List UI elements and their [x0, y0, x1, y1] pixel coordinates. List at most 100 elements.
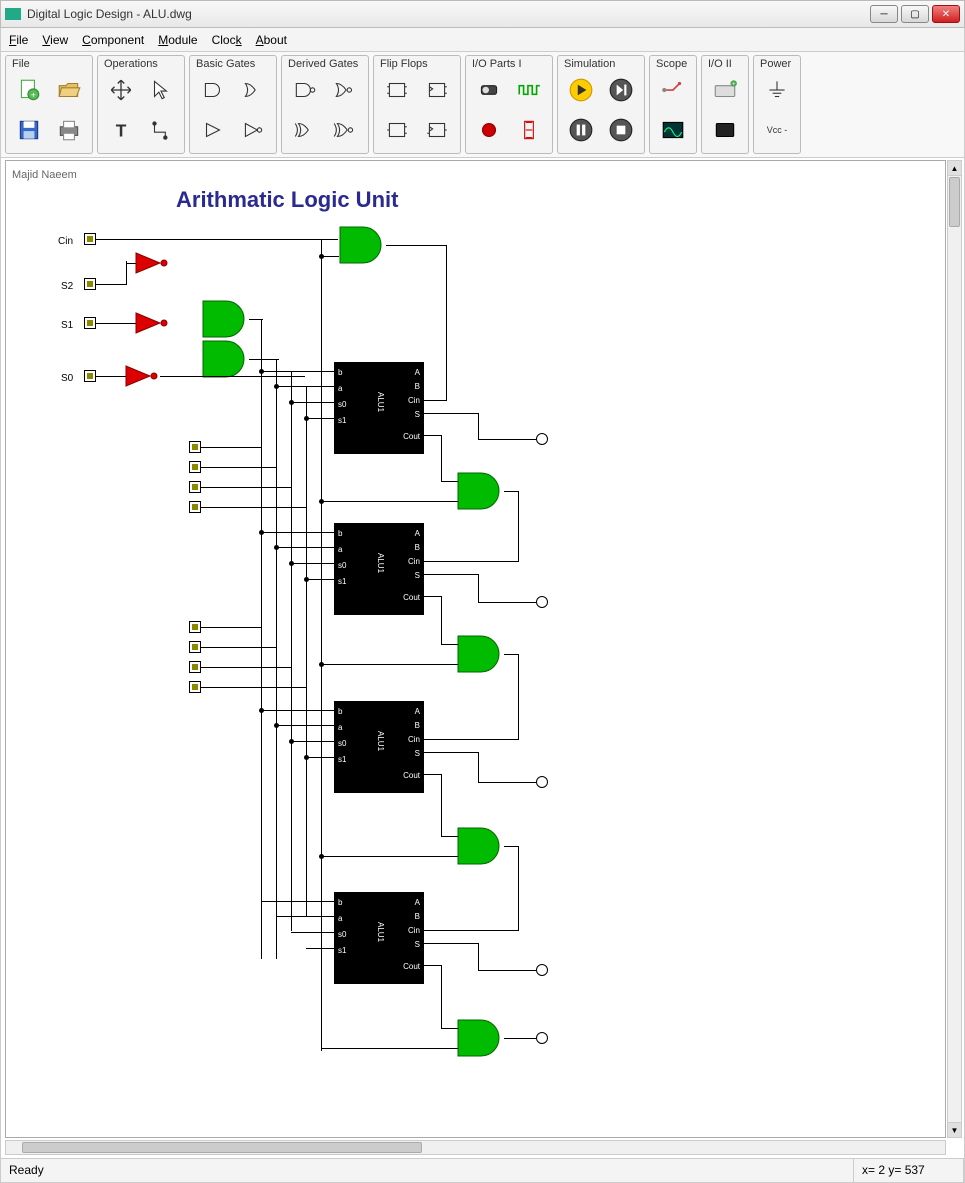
wire [321, 501, 458, 502]
vertical-scrollbar[interactable]: ▲ ▼ [947, 160, 962, 1138]
scroll-thumb[interactable] [949, 177, 960, 227]
vcc-button[interactable]: Vcc - [758, 111, 796, 149]
and-gate-button[interactable] [194, 71, 232, 109]
wire [504, 1038, 536, 1039]
output-2[interactable] [536, 596, 548, 608]
d-flipflop-button[interactable] [378, 71, 416, 109]
seven-seg-button[interactable] [510, 111, 548, 149]
clock-signal-button[interactable] [510, 71, 548, 109]
wire [424, 774, 442, 775]
wire [306, 579, 334, 580]
scroll-thumb-h[interactable] [22, 1142, 422, 1153]
switch-button[interactable] [470, 71, 508, 109]
wire [96, 284, 126, 285]
data-port-5[interactable] [189, 621, 201, 633]
wire-tool-button[interactable] [142, 111, 180, 149]
and-gate-6[interactable] [456, 826, 506, 866]
alu-chip-1[interactable]: b a s0 s1 A B Cin S Cout ALU1 [334, 362, 424, 454]
circuit-canvas[interactable]: Majid Naeem Arithmatic Logic Unit Cin S2… [5, 160, 946, 1138]
data-port-3[interactable] [189, 481, 201, 493]
pause-button[interactable] [562, 111, 600, 149]
buffer-button[interactable] [194, 111, 232, 149]
keyboard-button[interactable]: + [706, 71, 744, 109]
not-gate-1[interactable] [134, 251, 170, 275]
xor-gate-button[interactable] [286, 111, 324, 149]
junction [259, 708, 264, 713]
and-gate-1[interactable] [201, 299, 251, 339]
data-port-6[interactable] [189, 641, 201, 653]
print-button[interactable] [50, 111, 88, 149]
alu-chip-4[interactable]: b a s0 s1 A B Cin S Cout ALU1 [334, 892, 424, 984]
text-tool-button[interactable]: T [102, 111, 140, 149]
menu-about[interactable]: About [256, 33, 287, 47]
port-s2[interactable] [84, 278, 96, 290]
xnor-gate-button[interactable] [326, 111, 364, 149]
menu-component[interactable]: Component [82, 33, 144, 47]
data-port-4[interactable] [189, 501, 201, 513]
title-bar: Digital Logic Design - ALU.dwg ─ ▢ ✕ [0, 0, 965, 28]
scroll-down-icon[interactable]: ▼ [948, 1122, 961, 1137]
nor-gate-button[interactable] [326, 71, 364, 109]
nand-gate-button[interactable] [286, 71, 324, 109]
not-gate-3[interactable] [124, 364, 160, 388]
wire [424, 574, 479, 575]
led-button[interactable] [470, 111, 508, 149]
group-file-label: File [10, 58, 88, 71]
and-gate-3[interactable] [338, 225, 388, 265]
close-button[interactable]: ✕ [932, 5, 960, 23]
display-button[interactable] [706, 111, 744, 149]
maximize-button[interactable]: ▢ [901, 5, 929, 23]
ground-button[interactable] [758, 71, 796, 109]
and-gate-5[interactable] [456, 634, 506, 674]
and-gate-4[interactable] [456, 471, 506, 511]
data-port-8[interactable] [189, 681, 201, 693]
step-button[interactable] [602, 71, 640, 109]
oscilloscope-button[interactable] [654, 111, 692, 149]
save-file-button[interactable] [10, 111, 48, 149]
stop-button[interactable] [602, 111, 640, 149]
and-gate-7[interactable] [456, 1018, 506, 1058]
sr-flipflop-button[interactable] [418, 111, 456, 149]
group-power-label: Power [758, 58, 796, 71]
not-gate-2[interactable] [134, 311, 170, 335]
output-4[interactable] [536, 964, 548, 976]
wire [291, 563, 334, 564]
wire [201, 487, 291, 488]
scroll-up-icon[interactable]: ▲ [948, 161, 961, 176]
menu-clock[interactable]: Clock [212, 33, 242, 47]
probe-button[interactable] [654, 71, 692, 109]
output-5[interactable] [536, 1032, 548, 1044]
group-io-2: I/O II + [701, 55, 749, 154]
menu-module[interactable]: Module [158, 33, 197, 47]
and-gate-2[interactable] [201, 339, 251, 379]
minimize-button[interactable]: ─ [870, 5, 898, 23]
data-port-1[interactable] [189, 441, 201, 453]
select-tool-button[interactable] [142, 71, 180, 109]
junction [289, 400, 294, 405]
data-port-2[interactable] [189, 461, 201, 473]
jk-flipflop-button[interactable] [418, 71, 456, 109]
label-s2: S2 [61, 281, 73, 292]
output-3[interactable] [536, 776, 548, 788]
menu-view[interactable]: View [42, 33, 68, 47]
alu-chip-2[interactable]: b a s0 s1 A B Cin S Cout ALU1 [334, 523, 424, 615]
port-s0[interactable] [84, 370, 96, 382]
horizontal-scrollbar[interactable] [5, 1140, 946, 1155]
t-flipflop-button[interactable] [378, 111, 416, 149]
wire [126, 261, 127, 285]
menu-file[interactable]: File [9, 33, 28, 47]
not-gate-button[interactable] [234, 111, 272, 149]
open-file-button[interactable] [50, 71, 88, 109]
move-tool-button[interactable] [102, 71, 140, 109]
output-1[interactable] [536, 433, 548, 445]
port-s1[interactable] [84, 317, 96, 329]
play-button[interactable] [562, 71, 600, 109]
data-port-7[interactable] [189, 661, 201, 673]
new-file-button[interactable]: + [10, 71, 48, 109]
or-gate-button[interactable] [234, 71, 272, 109]
alu-chip-3[interactable]: b a s0 s1 A B Cin S Cout ALU1 [334, 701, 424, 793]
wire [201, 627, 261, 628]
app-icon [5, 8, 21, 20]
wire [424, 943, 479, 944]
port-cin[interactable] [84, 233, 96, 245]
